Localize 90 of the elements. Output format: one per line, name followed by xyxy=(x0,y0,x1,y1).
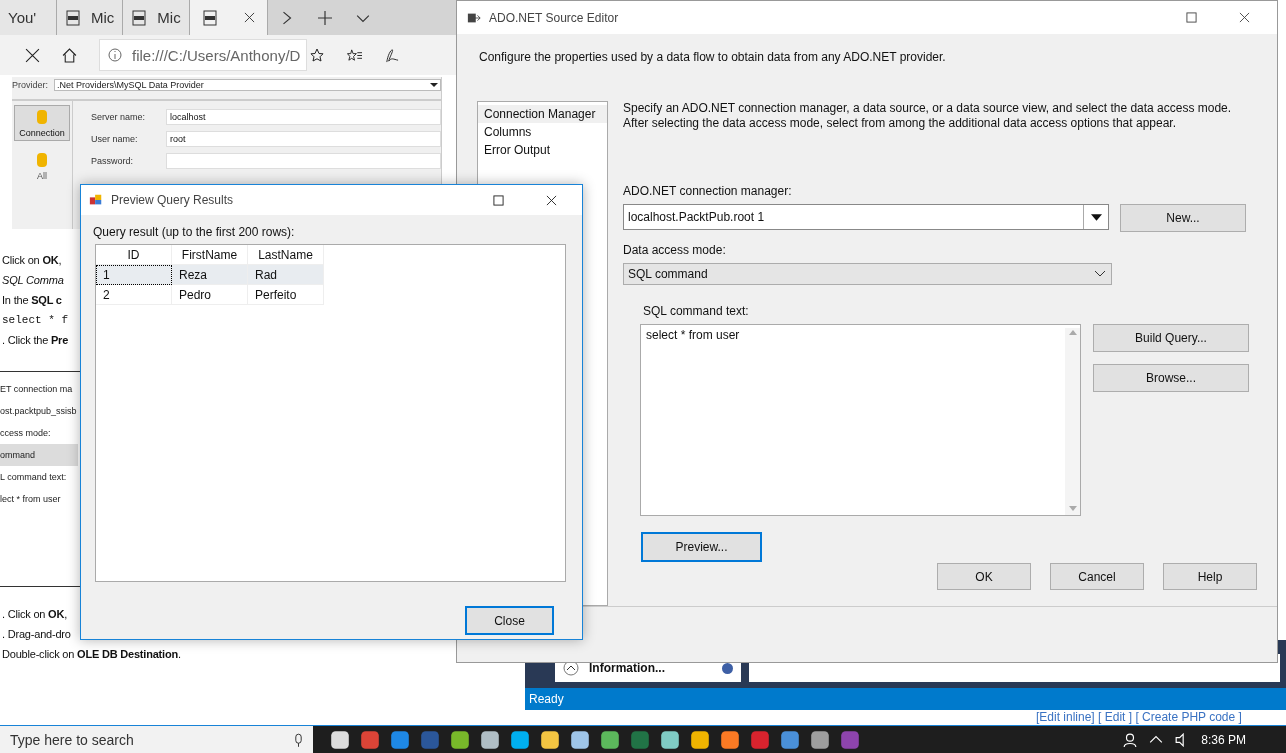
screenshot-text: ccess mode: xyxy=(0,427,52,440)
app-icon[interactable] xyxy=(539,729,561,751)
field-label: Server name: xyxy=(91,112,147,122)
document-text: select * f xyxy=(1,313,68,328)
document-text: . Click the Pre xyxy=(1,333,69,348)
nav-item[interactable]: Columns xyxy=(478,123,607,142)
document-text: . Drag-and-dro xyxy=(1,627,71,642)
input-field: root xyxy=(166,131,441,147)
browser-tab[interactable] xyxy=(189,0,268,35)
mode-dropdown[interactable]: SQL command xyxy=(623,263,1112,286)
field-label: ADO.NET connection manager: xyxy=(623,184,793,199)
app-icon[interactable] xyxy=(569,729,591,751)
field-label: User name: xyxy=(91,134,139,144)
sql-text-area[interactable]: select * from user xyxy=(640,324,1081,517)
table-cell: 1 xyxy=(96,265,172,285)
field-label: SQL command text: xyxy=(643,304,750,319)
screenshot-text: ost.packtpub_ssisb xyxy=(0,405,78,418)
close-button[interactable]: Close xyxy=(465,606,554,635)
dialog-button[interactable]: Cancel xyxy=(1050,563,1144,591)
new-button[interactable]: New... xyxy=(1120,204,1246,233)
table-cell: Reza xyxy=(172,265,248,285)
table-cell: 2 xyxy=(96,285,172,305)
search-field[interactable]: Type here to search xyxy=(0,726,313,753)
maximize-icon[interactable] xyxy=(1186,12,1197,24)
dropdown-arrow-icon xyxy=(430,82,438,88)
screenshot-text: ET connection ma xyxy=(0,383,74,396)
document-text: . Click on OK, xyxy=(1,607,68,622)
screenshot-text: ommand xyxy=(0,444,78,466)
help-text: Specify an ADO.NET connection manager, a data source, or a data source view, and select the data access mode. After selecting the data access mode, select from among the additional data access options that appear. xyxy=(623,101,1233,132)
app-icon[interactable] xyxy=(779,729,801,751)
field-label: Provider: xyxy=(12,80,48,90)
maximize-icon[interactable] xyxy=(493,194,504,206)
pdf-file-icon xyxy=(131,9,148,26)
close-icon[interactable] xyxy=(243,12,255,23)
field-label: Data access mode: xyxy=(623,243,727,258)
app-icon[interactable] xyxy=(659,729,681,751)
table-cell: Perfeito xyxy=(248,285,324,305)
app-icon[interactable] xyxy=(599,729,621,751)
browser-tab[interactable]: Mic xyxy=(123,0,190,35)
table-cell: Pedro xyxy=(172,285,248,305)
close-icon[interactable] xyxy=(1239,12,1250,24)
app-icon[interactable] xyxy=(479,729,501,751)
app-icon[interactable] xyxy=(719,729,741,751)
home-icon[interactable] xyxy=(62,47,77,63)
app-icon[interactable] xyxy=(509,729,531,751)
preview-button[interactable]: Preview... xyxy=(641,532,762,563)
app-icon[interactable] xyxy=(809,729,831,751)
dialog-button[interactable]: Help xyxy=(1163,563,1257,591)
window-title: Preview Query Results xyxy=(111,193,234,207)
input-field: localhost xyxy=(166,109,441,125)
document-text: Click on OK, xyxy=(1,253,62,268)
app-icon[interactable] xyxy=(329,729,351,751)
microphone-icon[interactable] xyxy=(294,732,303,748)
chevron-down-icon xyxy=(1095,271,1105,278)
link-row[interactable]: [Edit inline] [ Edit ] [ Create PHP code ] xyxy=(1036,711,1242,724)
section-label: Connection xyxy=(19,128,65,138)
document-text: Double-click on OLE DB Destination. xyxy=(1,647,181,662)
browser-tab[interactable]: You' xyxy=(0,0,57,35)
app-icon[interactable] xyxy=(449,729,471,751)
dropdown-arrow-icon xyxy=(1090,213,1102,221)
pdf-file-icon xyxy=(201,9,218,26)
close-icon[interactable] xyxy=(546,194,557,206)
build-query-button[interactable]: Build Query... xyxy=(1093,324,1249,353)
nav-item[interactable]: Error Output xyxy=(478,141,607,160)
pen-icon[interactable] xyxy=(384,47,399,63)
description-text: Configure the properties used by a data flow to obtain data from any ADO.NET provider. xyxy=(478,49,947,67)
close-icon[interactable] xyxy=(25,47,40,63)
app-icon[interactable] xyxy=(689,729,711,751)
plus-icon[interactable] xyxy=(317,10,332,25)
table-cell: Rad xyxy=(248,265,324,285)
browse-button[interactable]: Browse... xyxy=(1093,364,1249,393)
favorites-icon[interactable] xyxy=(347,47,362,63)
status-bar: Ready xyxy=(525,688,1286,710)
dialog-button[interactable]: OK xyxy=(937,563,1031,591)
section-label: All xyxy=(37,171,47,181)
nav-item[interactable]: Connection Manager xyxy=(478,105,607,124)
people-icon[interactable] xyxy=(1123,733,1138,747)
window-title: ADO.NET Source Editor xyxy=(489,10,619,25)
info-icon xyxy=(108,48,122,62)
screenshot-text: L command text: xyxy=(0,471,68,484)
document-text: SQL Comma xyxy=(1,273,64,288)
clock[interactable]: 8:36 PM xyxy=(1201,732,1246,748)
app-icon xyxy=(89,193,103,207)
pdf-file-icon xyxy=(65,9,81,26)
connection-dropdown[interactable]: localhost.PacktPub.root 1 xyxy=(623,204,1109,231)
result-label: Query result (up to the first 200 rows): xyxy=(92,224,296,241)
browser-tab[interactable]: Mic xyxy=(57,0,124,35)
document-text: In the SQL c xyxy=(1,293,62,308)
field-label: Password: xyxy=(91,156,135,166)
star-icon[interactable] xyxy=(310,48,325,62)
